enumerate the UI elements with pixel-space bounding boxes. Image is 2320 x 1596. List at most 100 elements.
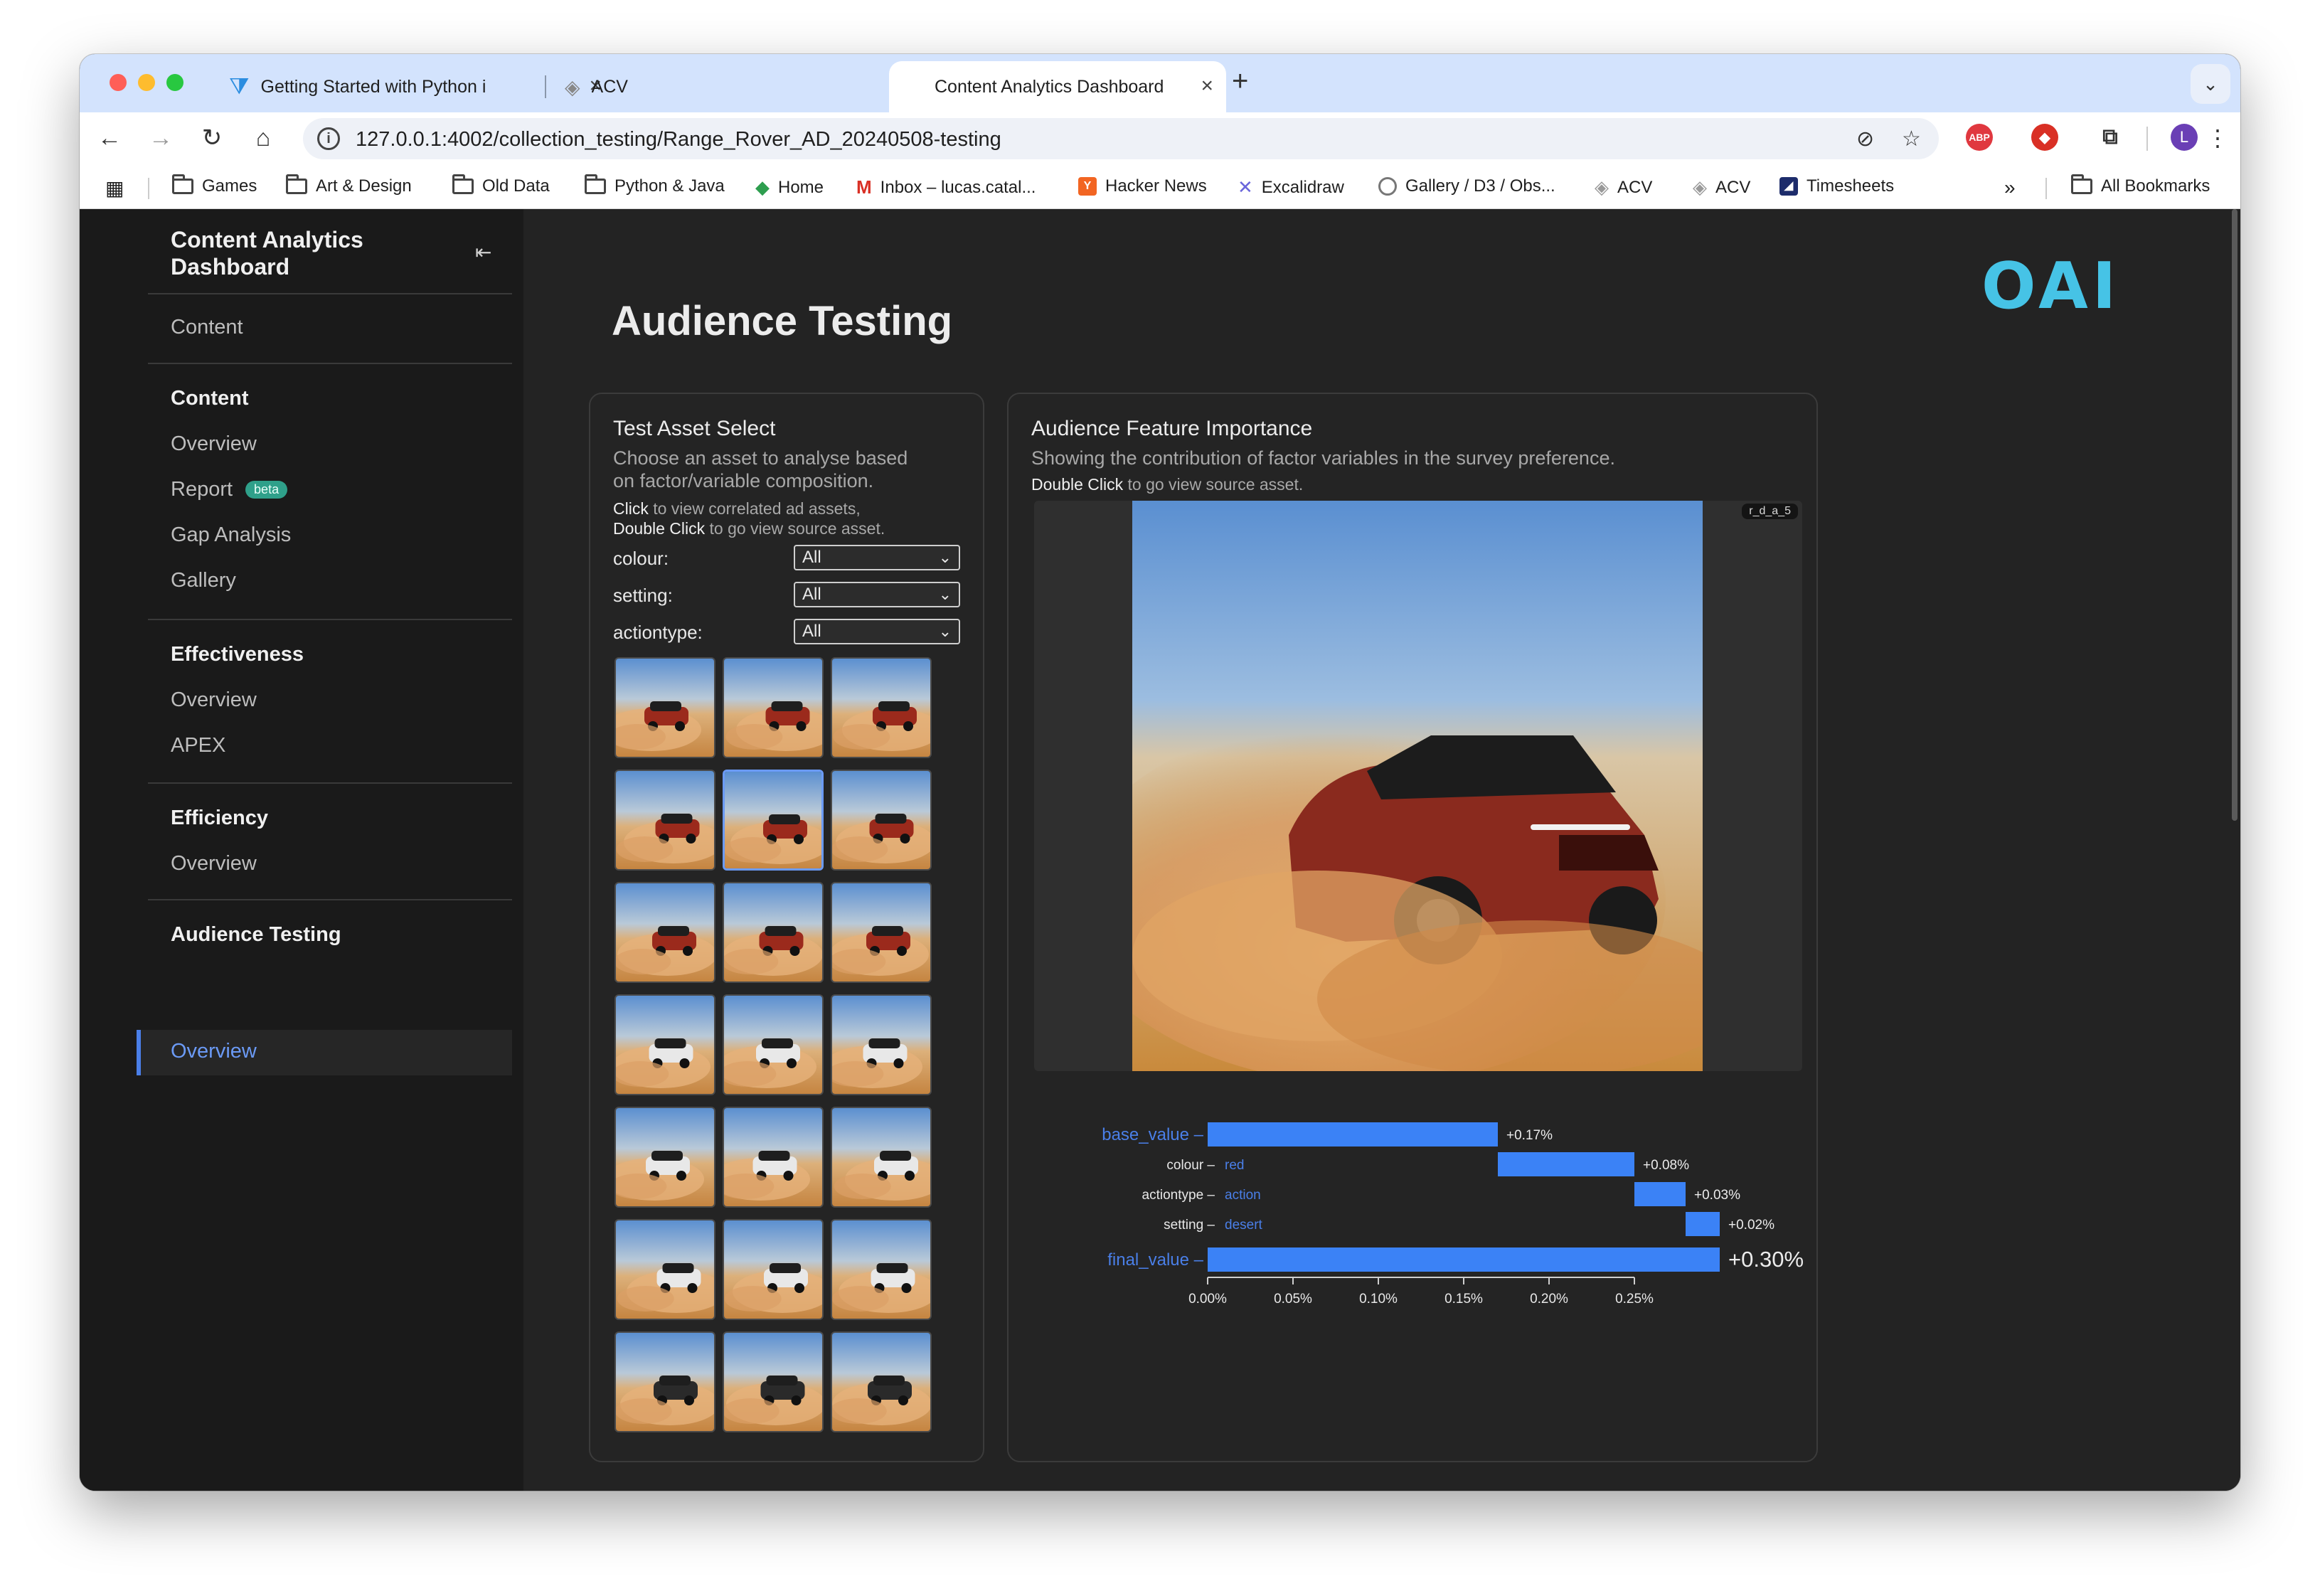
sidebar-item-content-overview[interactable]: Overview <box>171 432 257 456</box>
chart-bar[interactable] <box>1208 1122 1498 1147</box>
chart-value-label: +0.30% <box>1728 1247 1804 1272</box>
car-thumbnail-image <box>724 1333 822 1431</box>
bookmark-item[interactable]: ✕ Excalidraw <box>1238 176 1344 198</box>
address-bar[interactable]: i 127.0.0.1:4002/collection_testing/Rang… <box>303 118 1939 159</box>
y-icon: Y <box>1078 177 1097 196</box>
collapse-sidebar-icon[interactable]: ⇤ <box>475 240 491 264</box>
bookmark-item[interactable]: ◢ Timesheets <box>1779 176 1894 196</box>
reload-icon[interactable]: ↻ <box>196 122 228 154</box>
all-bookmarks-button[interactable]: All Bookmarks <box>2071 174 2210 196</box>
bookmark-star-icon[interactable]: ☆ <box>1902 127 1921 151</box>
asset-thumbnail[interactable] <box>723 1107 824 1208</box>
sidebar-divider <box>148 363 512 364</box>
sidebar-item-gap-analysis[interactable]: Gap Analysis <box>171 523 291 547</box>
sidebar-item-effectiveness-overview[interactable]: Overview <box>171 688 257 712</box>
sidebar: Content Analytics Dashboard ⇤ Content Co… <box>80 209 523 1491</box>
maximize-window-icon[interactable] <box>166 74 183 91</box>
bookmark-item[interactable]: Y Hacker News <box>1078 176 1207 196</box>
bookmark-item[interactable]: M Inbox – lucas.catal... <box>856 176 1036 198</box>
asset-thumbnail[interactable] <box>723 657 824 758</box>
bookmark-label: ACV <box>1617 177 1653 197</box>
sidebar-item-content-top[interactable]: Content <box>171 316 243 339</box>
extensions-puzzle-icon[interactable]: ⧉ <box>2097 124 2124 151</box>
double-click-hint: Double Click to go view source asset. <box>1031 475 1303 494</box>
asset-thumbnail[interactable] <box>831 882 932 983</box>
close-window-icon[interactable] <box>110 74 127 91</box>
bookmark-divider <box>2045 178 2047 199</box>
bookmark-label: ACV <box>1715 177 1751 197</box>
profile-avatar[interactable]: L <box>2171 124 2198 151</box>
bookmark-item[interactable]: ◈ ACV <box>1693 176 1750 198</box>
chart-x-tick-label: 0.20% <box>1530 1292 1568 1307</box>
tab-content-analytics-dashboard[interactable]: Content Analytics Dashboard × <box>889 61 1226 112</box>
minimize-window-icon[interactable] <box>138 74 155 91</box>
chart-bar[interactable] <box>1498 1152 1634 1176</box>
forward-icon[interactable]: → <box>145 122 176 154</box>
site-info-icon[interactable]: i <box>317 127 340 150</box>
asset-thumbnail[interactable] <box>614 1219 715 1320</box>
chart-bar[interactable] <box>1686 1212 1720 1236</box>
adblock-icon[interactable]: ABP <box>1966 124 1993 151</box>
asset-thumbnail[interactable] <box>614 657 715 758</box>
asset-thumbnail[interactable] <box>831 1219 932 1320</box>
bookmark-item[interactable]: Old Data <box>452 174 550 196</box>
tab-search-button[interactable]: ⌄ <box>2191 64 2230 104</box>
click-hint: Click to view correlated ad assets, <box>613 499 861 518</box>
close-tab-icon[interactable]: × <box>1201 74 1213 98</box>
asset-thumbnail[interactable] <box>614 1107 715 1208</box>
asset-thumbnail[interactable] <box>723 1219 824 1320</box>
asset-thumbnail[interactable] <box>831 770 932 871</box>
kebab-menu-icon[interactable]: ⋮ <box>2202 122 2233 154</box>
back-icon[interactable]: ← <box>94 122 125 154</box>
sidebar-item-report[interactable]: Report beta <box>171 478 288 501</box>
sidebar-item-audience-overview[interactable]: Overview <box>137 1030 512 1075</box>
select-value: All <box>802 548 821 567</box>
shield-extension-icon[interactable]: ◆ <box>2031 124 2058 151</box>
asset-thumbnail[interactable] <box>723 882 824 983</box>
asset-thumbnail[interactable] <box>831 994 932 1095</box>
page-scrollbar[interactable] <box>2232 209 2237 821</box>
bookmark-item[interactable]: Games <box>172 174 257 196</box>
sidebar-item-efficiency-overview[interactable]: Overview <box>171 852 257 876</box>
asset-thumbnail[interactable] <box>723 770 824 871</box>
card-subtitle: Choose an asset to analyse based <box>613 447 908 469</box>
car-thumbnail-image <box>616 1220 714 1319</box>
chart-bar[interactable] <box>1208 1247 1720 1272</box>
chart-bar[interactable] <box>1634 1182 1686 1206</box>
setting-select[interactable]: All ⌄ <box>794 582 960 607</box>
bookmark-item[interactable]: Python & Java <box>585 174 725 196</box>
asset-thumbnail[interactable] <box>831 1331 932 1432</box>
chart-value-label: +0.08% <box>1643 1158 1689 1173</box>
new-tab-button[interactable]: + <box>1232 65 1248 97</box>
asset-thumbnail[interactable] <box>723 1331 824 1432</box>
asset-thumbnail[interactable] <box>614 994 715 1095</box>
actiontype-select[interactable]: All ⌄ <box>794 619 960 644</box>
asset-thumbnail[interactable] <box>831 657 932 758</box>
bookmark-item[interactable]: ◆ Home <box>755 176 824 198</box>
bookmark-label: Art & Design <box>316 176 412 196</box>
asset-thumbnail[interactable] <box>614 770 715 871</box>
bookmark-label: Gallery / D3 / Obs... <box>1405 176 1555 196</box>
asset-thumbnail[interactable] <box>614 882 715 983</box>
chart-row-value-label: red <box>1225 1158 1244 1173</box>
sidebar-item-apex[interactable]: APEX <box>171 734 225 757</box>
feature-importance-card: Audience Feature Importance Showing the … <box>1007 393 1818 1462</box>
eye-off-icon[interactable]: ⊘ <box>1856 127 1874 151</box>
asset-thumbnail[interactable] <box>723 994 824 1095</box>
sidebar-item-gallery[interactable]: Gallery <box>171 569 236 592</box>
observable-icon <box>1378 177 1397 196</box>
feature-importance-chart: base_value – +0.17% colour – red +0.08% actio… <box>1102 1122 1804 1307</box>
asset-thumbnail[interactable] <box>831 1107 932 1208</box>
bookmark-item[interactable]: Art & Design <box>286 174 412 196</box>
home-icon[interactable]: ⌂ <box>248 122 279 154</box>
selected-asset-image[interactable] <box>1132 501 1703 1071</box>
bookmarks-overflow-icon[interactable]: » <box>2004 176 2016 199</box>
folder-icon <box>286 174 307 194</box>
chart-row-label: setting – <box>1164 1218 1215 1233</box>
asset-thumbnail[interactable] <box>614 1331 715 1432</box>
bookmark-item[interactable]: ◈ ACV <box>1595 176 1652 198</box>
apps-grid-icon[interactable]: ▦ <box>105 176 124 200</box>
colour-select[interactable]: All ⌄ <box>794 545 960 570</box>
url-text[interactable]: 127.0.0.1:4002/collection_testing/Range_… <box>356 128 1001 151</box>
bookmark-item[interactable]: Gallery / D3 / Obs... <box>1378 176 1555 196</box>
